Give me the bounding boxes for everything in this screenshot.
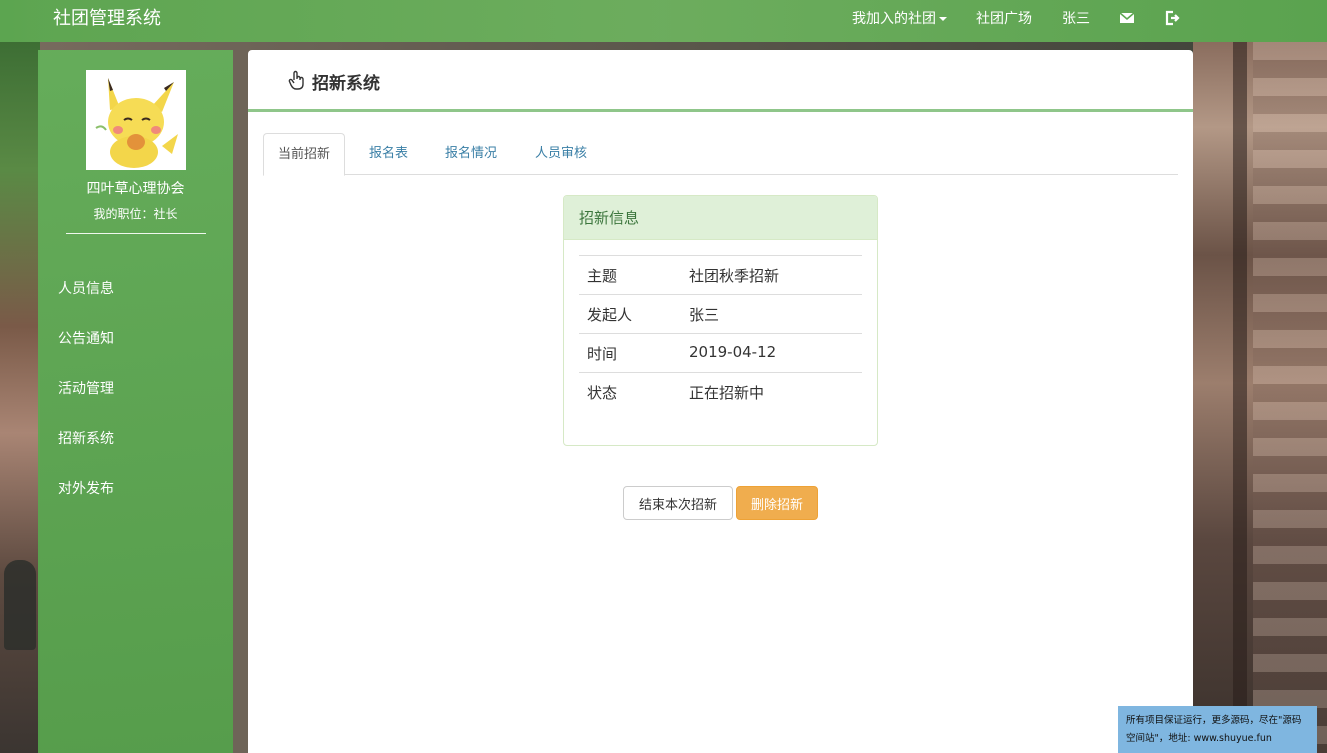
watermark-line-2: 空间站"，地址: www.shuyue.fun xyxy=(1126,733,1272,744)
tab-bar: 当前招新 报名表 报名情况 人员审核 xyxy=(263,133,1178,176)
row-value: 2019-04-12 xyxy=(689,343,777,361)
my-clubs-dropdown[interactable]: 我加入的社团 xyxy=(852,8,947,28)
row-key: 主题 xyxy=(587,267,618,285)
sidebar-divider xyxy=(66,233,206,234)
club-avatar xyxy=(86,70,186,170)
card-heading: 招新信息 xyxy=(564,196,877,240)
row-key: 发起人 xyxy=(587,306,633,324)
source-watermark: 所有项目保证运行，更多源码，尽在"源码 空间站"，地址: www.shuyue.… xyxy=(1118,706,1317,753)
sidebar-item-activities[interactable]: 活动管理 xyxy=(58,378,114,398)
page-title: 招新系统 xyxy=(312,74,380,94)
table-row: 发起人 张三 xyxy=(579,294,862,333)
watermark-line-1: 所有项目保证运行，更多源码，尽在"源码 xyxy=(1126,715,1302,726)
sidebar: 四叶草心理协会 我的职位：社长 人员信息 公告通知 活动管理 招新系统 对外发布 xyxy=(38,50,233,753)
hand-pointer-icon xyxy=(288,70,304,90)
row-value: 社团秋季招新 xyxy=(689,267,780,285)
delete-recruitment-button[interactable]: 删除招新 xyxy=(736,486,818,520)
panel-header: 招新系统 xyxy=(248,50,1193,112)
club-name: 四叶草心理协会 xyxy=(86,181,185,197)
row-key: 时间 xyxy=(587,345,618,363)
logout-icon[interactable] xyxy=(1164,10,1180,26)
table-row: 状态 正在招新中 xyxy=(579,372,862,411)
user-name-link[interactable]: 张三 xyxy=(1062,8,1090,28)
recruitment-info-card: 招新信息 主题 社团秋季招新 发起人 张三 时间 2019-04-12 状态 正… xyxy=(563,195,878,446)
table-row: 主题 社团秋季招新 xyxy=(579,255,862,294)
row-value: 张三 xyxy=(689,306,720,324)
top-navbar: 社团管理系统 我加入的社团 社团广场 张三 xyxy=(0,0,1327,42)
sidebar-item-notices[interactable]: 公告通知 xyxy=(58,328,114,348)
envelope-icon[interactable] xyxy=(1119,10,1135,26)
end-recruitment-button[interactable]: 结束本次招新 xyxy=(623,486,733,520)
background-lamp xyxy=(4,560,36,650)
brand-title[interactable]: 社团管理系统 xyxy=(53,4,161,30)
table-row: 时间 2019-04-12 xyxy=(579,333,862,372)
tab-application-form[interactable]: 报名表 xyxy=(369,133,408,175)
info-table: 主题 社团秋季招新 发起人 张三 时间 2019-04-12 状态 正在招新中 xyxy=(579,255,862,411)
tab-application-status[interactable]: 报名情况 xyxy=(445,133,497,175)
main-panel: 招新系统 当前招新 报名表 报名情况 人员审核 招新信息 主题 社团秋季招新 发… xyxy=(248,50,1193,753)
club-square-link[interactable]: 社团广场 xyxy=(976,8,1032,28)
sidebar-item-member-info[interactable]: 人员信息 xyxy=(58,278,114,298)
tab-member-review[interactable]: 人员审核 xyxy=(535,133,587,175)
row-value: 正在招新中 xyxy=(689,384,765,402)
sidebar-item-publish[interactable]: 对外发布 xyxy=(58,478,114,498)
caret-down-icon xyxy=(939,17,947,21)
row-key: 状态 xyxy=(587,384,618,402)
pikachu-avatar-image xyxy=(86,70,186,170)
background-right xyxy=(1193,42,1327,753)
my-role: 我的职位：社长 xyxy=(93,207,178,221)
tab-current-recruitment[interactable]: 当前招新 xyxy=(263,133,346,176)
sidebar-item-recruitment[interactable]: 招新系统 xyxy=(58,428,114,448)
my-clubs-label: 我加入的社团 xyxy=(852,11,936,27)
